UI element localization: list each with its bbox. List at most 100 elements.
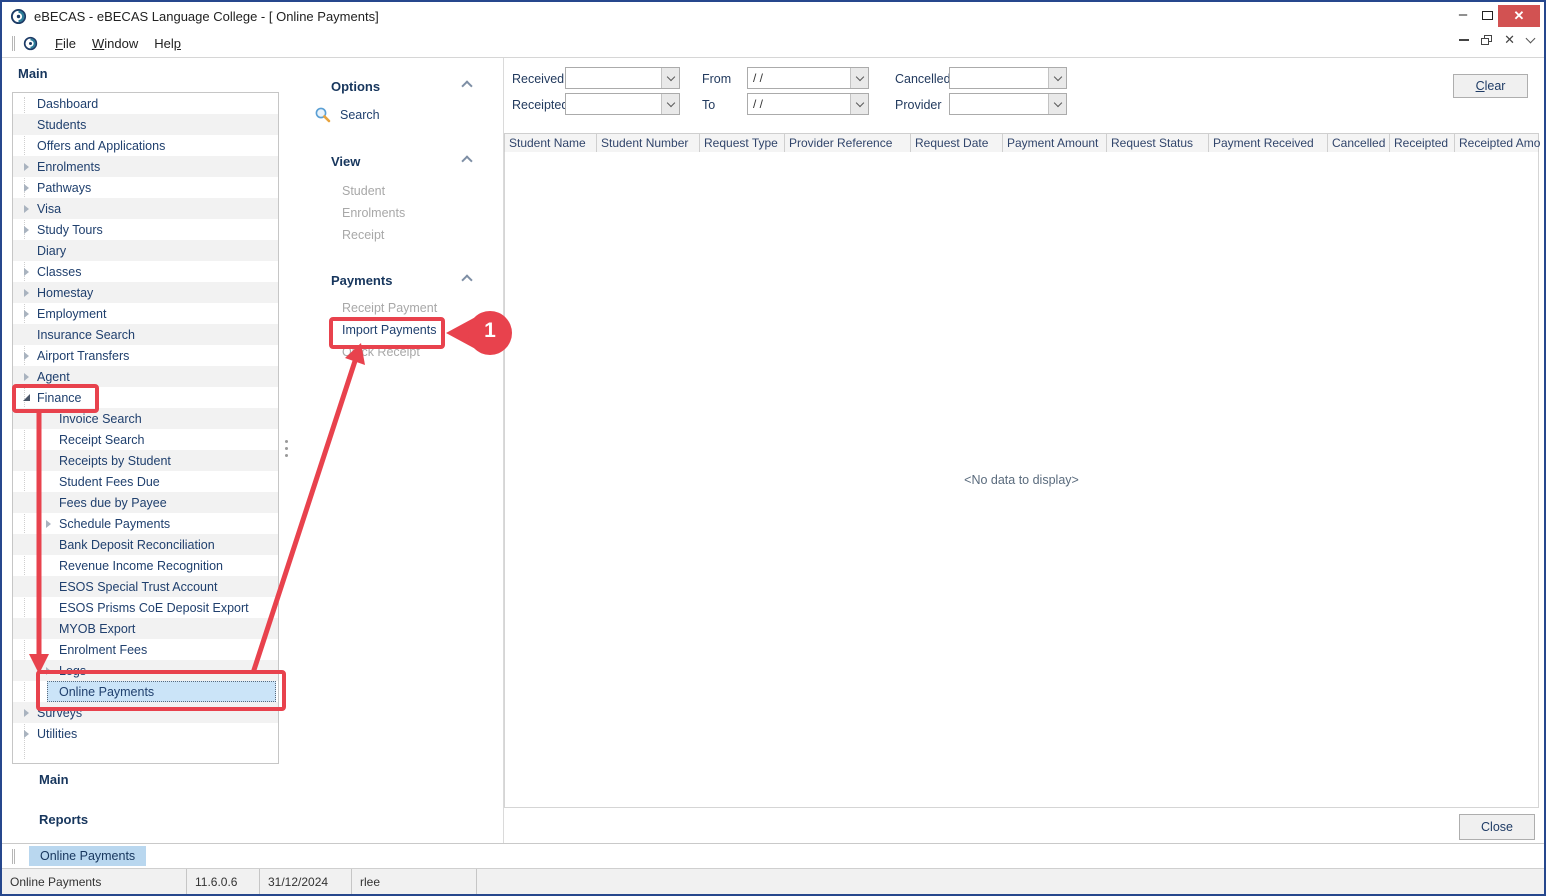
nav-item[interactable]: Import Payments <box>342 323 436 337</box>
tree-item[interactable]: Agent <box>13 366 278 387</box>
tree-item[interactable]: Diary <box>13 240 278 261</box>
tree-item[interactable]: Logs <box>13 660 278 681</box>
tree-item[interactable]: Fees due by Payee <box>13 492 278 513</box>
grid-column-header[interactable]: Payment Received <box>1209 134 1328 152</box>
provider-dropdown[interactable] <box>949 93 1067 115</box>
tree-expand-icon[interactable] <box>41 496 55 510</box>
tree-expand-icon[interactable] <box>19 727 33 741</box>
tree-expand-icon[interactable] <box>19 139 33 153</box>
tree-item[interactable]: Utilities <box>13 723 278 744</box>
tree-expand-icon[interactable] <box>41 412 55 426</box>
tree-expand-icon[interactable] <box>41 517 55 531</box>
collapse-chevron-icon[interactable] <box>461 155 472 166</box>
tree-expand-icon[interactable] <box>19 706 33 720</box>
tree-item[interactable]: ESOS Special Trust Account <box>13 576 278 597</box>
chevron-down-icon[interactable] <box>850 94 868 114</box>
tree-expand-icon[interactable] <box>19 118 33 132</box>
received-dropdown[interactable] <box>565 67 680 89</box>
tree-item[interactable]: Visa <box>13 198 278 219</box>
tree-item[interactable]: Schedule Payments <box>13 513 278 534</box>
nav-item[interactable]: Student <box>342 184 385 198</box>
collapse-chevron-icon[interactable] <box>461 274 472 285</box>
tree-expand-icon[interactable] <box>19 223 33 237</box>
tree-item[interactable]: ESOS Prisms CoE Deposit Export <box>13 597 278 618</box>
chevron-down-icon[interactable] <box>850 68 868 88</box>
tree-expand-icon[interactable] <box>19 265 33 279</box>
tree-item[interactable]: Revenue Income Recognition <box>13 555 278 576</box>
tree-item[interactable]: Online Payments <box>13 681 278 702</box>
tree-expand-icon[interactable] <box>19 349 33 363</box>
tree-item[interactable]: Offers and Applications <box>13 135 278 156</box>
mdi-chevron-down-icon[interactable] <box>1526 34 1536 44</box>
nav-item[interactable]: Receipt <box>342 228 384 242</box>
tree-expand-icon[interactable] <box>19 391 33 405</box>
grid-column-header[interactable]: Request Date <box>911 134 1003 152</box>
mdi-restore-icon[interactable] <box>1481 35 1492 45</box>
tab-online-payments[interactable]: Online Payments <box>29 846 146 866</box>
maximize-icon[interactable] <box>1474 9 1500 25</box>
mdi-minimize-icon[interactable] <box>1459 39 1469 41</box>
tree-expand-icon[interactable] <box>19 370 33 384</box>
tree-expand-icon[interactable] <box>19 202 33 216</box>
tree-expand-icon[interactable] <box>19 244 33 258</box>
minimize-icon[interactable]: – <box>1450 4 1476 28</box>
tree-expand-icon[interactable] <box>41 433 55 447</box>
menu-item-window[interactable]: Window <box>84 32 146 55</box>
tree-item[interactable]: Receipts by Student <box>13 450 278 471</box>
tree-expand-icon[interactable] <box>19 328 33 342</box>
grid-column-header[interactable]: Student Number <box>597 134 700 152</box>
tree-item[interactable]: Insurance Search <box>13 324 278 345</box>
collapse-chevron-icon[interactable] <box>461 80 472 91</box>
mdi-close-icon[interactable]: ✕ <box>1504 35 1515 45</box>
grid-column-header[interactable]: Cancelled <box>1328 134 1390 152</box>
close-button[interactable]: Close <box>1459 814 1535 840</box>
tree-item[interactable]: Surveys <box>13 702 278 723</box>
menu-item-file[interactable]: File <box>47 32 84 55</box>
tree-expand-icon[interactable] <box>19 97 33 111</box>
tree-expand-icon[interactable] <box>41 559 55 573</box>
chevron-down-icon[interactable] <box>661 94 679 114</box>
tree-item[interactable]: Airport Transfers <box>13 345 278 366</box>
section-options[interactable]: Options <box>331 79 380 94</box>
tree-item[interactable]: Invoice Search <box>13 408 278 429</box>
tree-item[interactable]: Receipt Search <box>13 429 278 450</box>
splitter-grip-icon[interactable] <box>285 440 289 462</box>
nav-item-search[interactable]: Search <box>314 106 380 123</box>
tree-item[interactable]: Students <box>13 114 278 135</box>
tree-item[interactable]: Enrolment Fees <box>13 639 278 660</box>
grid-column-header[interactable]: Request Type <box>700 134 785 152</box>
tree-item[interactable]: Classes <box>13 261 278 282</box>
grid-column-header[interactable]: Student Name <box>505 134 597 152</box>
tree-expand-icon[interactable] <box>41 664 55 678</box>
section-payments[interactable]: Payments <box>331 273 392 288</box>
sidebar-footer-main[interactable]: Main <box>39 772 69 787</box>
tree-expand-icon[interactable] <box>19 181 33 195</box>
tree-expand-icon[interactable] <box>41 580 55 594</box>
nav-item[interactable]: Enrolments <box>342 206 405 220</box>
tree-expand-icon[interactable] <box>19 286 33 300</box>
grid-column-header[interactable]: Request Status <box>1107 134 1209 152</box>
tree-item[interactable]: Enrolments <box>13 156 278 177</box>
grid-column-header[interactable]: Receipted <box>1390 134 1455 152</box>
grid-column-header[interactable]: Provider Reference <box>785 134 911 152</box>
tree-expand-icon[interactable] <box>41 475 55 489</box>
tree-item[interactable]: Finance <box>13 387 278 408</box>
clear-button[interactable]: Clear <box>1453 74 1528 98</box>
sidebar-footer-reports[interactable]: Reports <box>39 812 88 827</box>
tree-item[interactable]: Pathways <box>13 177 278 198</box>
menu-item-help[interactable]: Help <box>146 32 189 55</box>
tree-expand-icon[interactable] <box>19 307 33 321</box>
tree-expand-icon[interactable] <box>41 454 55 468</box>
tree-expand-icon[interactable] <box>41 643 55 657</box>
chevron-down-icon[interactable] <box>661 68 679 88</box>
tree-expand-icon[interactable] <box>19 160 33 174</box>
tree-item[interactable]: MYOB Export <box>13 618 278 639</box>
tree-item[interactable]: Student Fees Due <box>13 471 278 492</box>
tree-item[interactable]: Study Tours <box>13 219 278 240</box>
from-date-field[interactable]: / / <box>747 67 869 89</box>
nav-item[interactable]: Receipt Payment <box>342 301 437 315</box>
receipted-dropdown[interactable] <box>565 93 680 115</box>
chevron-down-icon[interactable] <box>1048 68 1066 88</box>
tree-item[interactable]: Homestay <box>13 282 278 303</box>
tree-item[interactable]: Employment <box>13 303 278 324</box>
